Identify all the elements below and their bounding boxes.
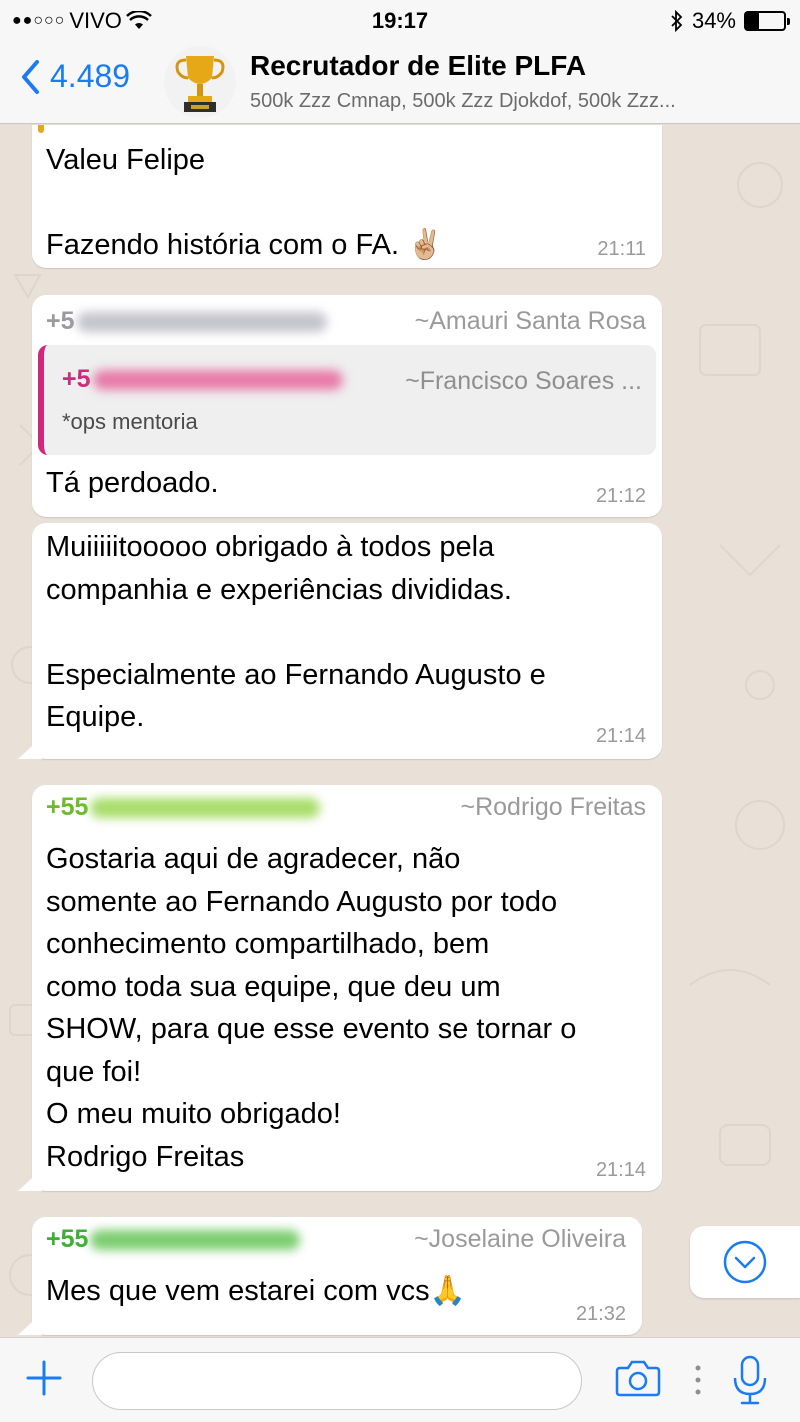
status-right: 34% (670, 8, 790, 34)
sender-name: ~Joselaine Oliveira (414, 1225, 626, 1253)
message-text: Mes que vem estarei com vcs🙏 (46, 1275, 466, 1307)
plus-icon[interactable] (24, 1358, 64, 1398)
sender-name: ~Amauri Santa Rosa (414, 307, 646, 335)
more-icon[interactable] (694, 1362, 702, 1398)
sender-phone: +5 (46, 307, 327, 336)
group-avatar[interactable] (164, 46, 236, 118)
message-bubble[interactable]: +5 ~Amauri Santa Rosa +5 ~Francisco Soar… (32, 295, 662, 517)
quote-phone: +5 (62, 365, 343, 394)
message-time: 21:12 (595, 485, 646, 507)
message-text: Muiiiiitooooo obrigado à todos pela comp… (46, 531, 546, 733)
battery-percent: 34% (691, 8, 736, 33)
chat-header: 4.489 Recrutador de Elite PLFA 500k Zzz … (0, 40, 800, 124)
message-time: 21:32 (575, 1303, 626, 1325)
message-time: 21:14 (595, 725, 646, 747)
unread-count: 4.489 (50, 58, 131, 94)
message-bubble[interactable]: Valeu Felipe Fazendo história com o FA. … (32, 125, 662, 268)
quote-text: *ops mentoria (62, 409, 198, 434)
trophy-icon (175, 56, 225, 112)
back-button[interactable]: 4.489 (20, 58, 130, 95)
bluetooth-icon (671, 10, 683, 32)
message-time: 21:14 (595, 1159, 646, 1181)
input-bar (0, 1337, 800, 1422)
sender-name: ~Rodrigo Freitas (460, 793, 647, 821)
quote-sender: ~Francisco Soares ... (405, 367, 642, 395)
camera-icon[interactable] (614, 1358, 662, 1398)
message-bubble[interactable]: +55 ~Rodrigo Freitas Gostaria aqui de ag… (32, 785, 662, 1191)
group-members[interactable]: 500k Zzz Cmnap, 500k Zzz Djokdof, 500k Z… (250, 90, 780, 113)
quoted-message[interactable]: +5 ~Francisco Soares ... *ops mentoria (38, 345, 656, 455)
message-text: Valeu Felipe Fazendo história com o FA. … (46, 144, 444, 261)
message-bubble[interactable]: +55 ~Joselaine Oliveira Mes que vem esta… (32, 1217, 642, 1335)
message-bubble[interactable]: Muiiiiitooooo obrigado à todos pela comp… (32, 523, 662, 759)
group-title[interactable]: Recrutador de Elite PLFA (250, 50, 586, 82)
microphone-icon[interactable] (730, 1354, 770, 1406)
quote-edge (38, 125, 44, 133)
battery-icon (744, 11, 790, 31)
status-bar: ●●○○○ VIVO 19:17 34% (0, 0, 800, 40)
message-text: Gostaria aqui de agradecer, não somente … (46, 843, 577, 1173)
battery-level (746, 13, 759, 29)
scroll-down-icon (723, 1240, 767, 1284)
message-time: 21:11 (597, 238, 646, 260)
chat-area[interactable]: Valeu Felipe Fazendo história com o FA. … (0, 125, 800, 1337)
scroll-to-bottom-button[interactable] (690, 1226, 800, 1298)
sender-phone: +55 (46, 793, 321, 822)
sender-phone: +55 (46, 1225, 301, 1254)
message-text: Tá perdoado. (46, 467, 219, 499)
back-chevron-icon (22, 59, 39, 94)
message-input[interactable] (92, 1352, 582, 1410)
